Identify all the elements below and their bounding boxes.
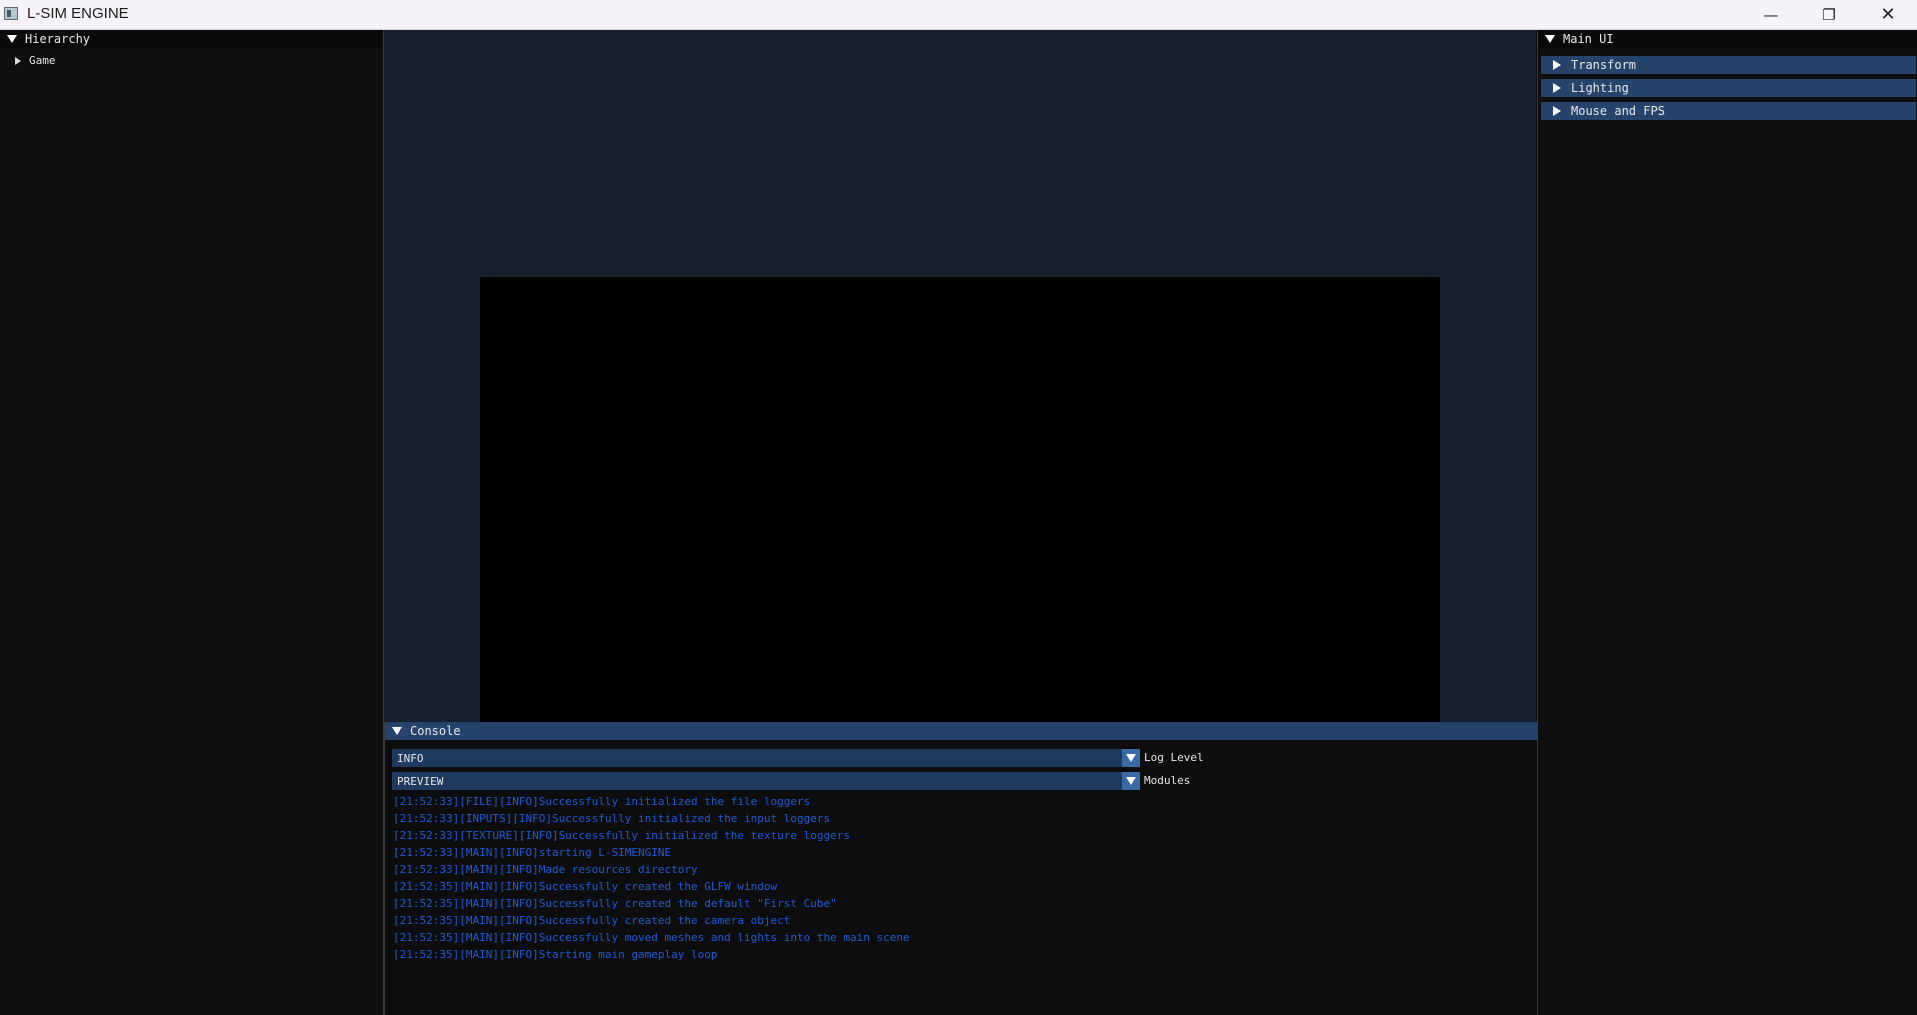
tree-item-game[interactable]: Game: [15, 54, 56, 67]
console-title: Console: [410, 724, 461, 738]
section-label: Lighting: [1571, 81, 1629, 95]
log-line: [21:52:33][INPUTS][INFO]Successfully ini…: [393, 812, 831, 825]
console-log[interactable]: [21:52:33][FILE][INFO]Successfully initi…: [393, 793, 910, 963]
section-transform[interactable]: Transform: [1541, 56, 1916, 74]
dropdown-arrow-icon[interactable]: [1122, 772, 1140, 790]
hierarchy-panel: Hierarchy Game: [0, 30, 384, 1015]
modules-value: PREVIEW: [397, 774, 444, 788]
log-line: [21:52:35][MAIN][INFO]Successfully moved…: [393, 931, 910, 944]
game-view[interactable]: [480, 277, 1440, 722]
main-ui-panel: Main UI Transform Lighting Mouse and FPS: [1537, 30, 1917, 1015]
dropdown-arrow-icon[interactable]: [1122, 749, 1140, 767]
section-label: Transform: [1571, 58, 1637, 72]
log-line: [21:52:35][MAIN][INFO]Starting main game…: [393, 948, 718, 961]
log-line: [21:52:33][MAIN][INFO]Made resources dir…: [393, 863, 698, 876]
log-line: [21:52:35][MAIN][INFO]Successfully creat…: [393, 914, 791, 927]
log-line: [21:52:35][MAIN][INFO]Successfully creat…: [393, 880, 778, 893]
scene-viewport[interactable]: [384, 30, 1536, 722]
expand-arrow-icon[interactable]: [15, 56, 21, 65]
log-line: [21:52:33][FILE][INFO]Successfully initi…: [393, 795, 811, 808]
section-label: Mouse and FPS: [1571, 104, 1665, 118]
log-line: [21:52:35][MAIN][INFO]Successfully creat…: [393, 897, 837, 910]
collapse-triangle-icon: [392, 727, 402, 735]
log-line: [21:52:33][MAIN][INFO]starting L-SIMENGI…: [393, 846, 672, 859]
expand-triangle-icon: [1553, 106, 1561, 116]
app-icon: [4, 7, 18, 20]
main-ui-header[interactable]: Main UI: [1538, 30, 1917, 48]
console-panel: Console INFO Log Level PREVIEW Modules […: [384, 722, 1537, 1015]
minimize-button[interactable]: —: [1742, 0, 1800, 29]
tree-item-label: Game: [29, 54, 56, 67]
collapse-triangle-icon: [1545, 35, 1555, 43]
section-mouse-and-fps[interactable]: Mouse and FPS: [1541, 102, 1916, 120]
window-title: L-SIM ENGINE: [27, 5, 129, 22]
expand-triangle-icon: [1553, 83, 1561, 93]
close-button[interactable]: ✕: [1859, 0, 1917, 29]
expand-triangle-icon: [1553, 60, 1561, 70]
modules-label: Modules: [1144, 774, 1191, 787]
log-line: [21:52:33][TEXTURE][INFO]Successfully in…: [393, 829, 850, 842]
hierarchy-header[interactable]: Hierarchy: [0, 30, 383, 48]
restore-button[interactable]: ❐: [1800, 0, 1858, 29]
log-level-value: INFO: [397, 751, 424, 765]
main-ui-title: Main UI: [1563, 32, 1614, 46]
title-bar: L-SIM ENGINE — ❐ ✕: [0, 0, 1917, 30]
log-level-label: Log Level: [1144, 751, 1204, 764]
section-lighting[interactable]: Lighting: [1541, 79, 1916, 97]
modules-select[interactable]: PREVIEW: [392, 772, 1140, 790]
collapse-triangle-icon: [7, 35, 17, 43]
console-header[interactable]: Console: [385, 722, 1537, 740]
log-level-select[interactable]: INFO: [392, 749, 1140, 767]
hierarchy-title: Hierarchy: [25, 32, 91, 46]
